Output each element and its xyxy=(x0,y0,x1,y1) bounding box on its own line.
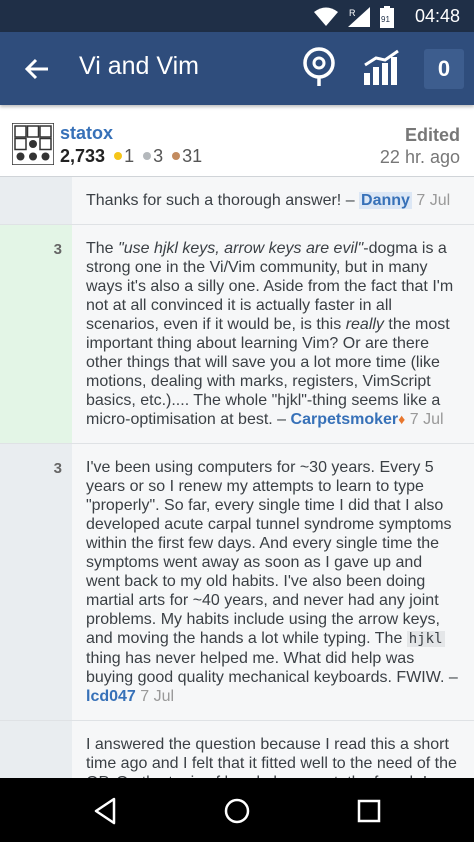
nav-recents-icon[interactable] xyxy=(352,794,386,828)
back-arrow-icon[interactable] xyxy=(20,52,54,86)
inbox-button[interactable]: 0 xyxy=(424,49,464,89)
comment-date: 7 Jul xyxy=(416,192,451,209)
user-reputation-line: 2,733 1 3 31 xyxy=(60,146,202,167)
comment-text-emphasis: really xyxy=(345,316,384,333)
comment-text: I answered the question because I read t… xyxy=(86,736,457,778)
comment-score-column xyxy=(0,721,72,778)
silver-badge-icon xyxy=(143,152,152,161)
comment-date: 7 Jul xyxy=(140,688,175,705)
bronze-badge-icon xyxy=(172,152,181,161)
comment-author[interactable]: Carpetsmoker xyxy=(291,411,399,428)
comment-text: I've been using computers for ~30 years.… xyxy=(86,459,452,647)
comment-score[interactable]: 3 xyxy=(54,241,62,258)
comment-item: I answered the question because I read t… xyxy=(0,721,474,778)
page-title: Vi and Vim xyxy=(79,52,199,80)
status-icons: R 91 xyxy=(314,6,394,28)
comment-text: thing has never helped me. What did help… xyxy=(86,650,458,686)
comment-score-column: 3 xyxy=(0,444,72,720)
battery-icon: 91 xyxy=(380,6,394,28)
achievements-icon[interactable] xyxy=(362,49,402,87)
app-bar: Vi and Vim 0 xyxy=(0,32,474,105)
edited-time: 22 hr. ago xyxy=(379,147,460,167)
nav-home-icon[interactable] xyxy=(220,794,254,828)
comment-score[interactable]: 3 xyxy=(54,460,62,477)
wifi-icon xyxy=(314,7,338,26)
moderator-diamond-icon: ♦ xyxy=(398,411,406,427)
comment-item: 3 The "use hjkl keys, arrow keys are evi… xyxy=(0,225,474,444)
comment-body: The "use hjkl keys, arrow keys are evil"… xyxy=(72,225,474,443)
comment-score-column xyxy=(0,177,72,224)
reputation: 2,733 xyxy=(60,146,106,166)
clock: 04:48 xyxy=(414,6,460,26)
comment-list[interactable]: Thanks for such a thorough answer! – Dan… xyxy=(0,177,474,778)
user-name[interactable]: statox xyxy=(60,123,113,144)
comment-body: Thanks for such a thorough answer! – Dan… xyxy=(72,177,474,224)
inline-code: hjkl xyxy=(406,631,445,647)
comment-body: I answered the question because I read t… xyxy=(72,721,474,778)
edited-label[interactable]: Edited xyxy=(405,125,460,146)
comment-date: 7 Jul xyxy=(409,411,444,428)
comment-author[interactable]: Danny xyxy=(359,192,412,209)
comment-author[interactable]: lcd047 xyxy=(86,688,136,705)
system-nav-bar xyxy=(0,778,474,842)
comment-text: The xyxy=(86,240,119,257)
comment-item: Thanks for such a thorough answer! – Dan… xyxy=(0,177,474,225)
battery-level: 91 xyxy=(381,15,390,24)
signal-icon: R xyxy=(348,7,370,27)
silver-badge-count: 3 xyxy=(153,146,164,166)
post-owner-card[interactable]: statox 2,733 1 3 31 Edited 22 hr. ago xyxy=(0,113,474,177)
nav-back-icon[interactable] xyxy=(88,794,122,828)
gold-badge-count: 1 xyxy=(124,146,135,166)
comment-score-column: 3 xyxy=(0,225,72,443)
meta-site-icon[interactable] xyxy=(300,46,338,88)
comment-body: I've been using computers for ~30 years.… xyxy=(72,444,474,720)
status-bar: R 91 04:48 xyxy=(0,0,474,32)
comment-item: 3 I've been using computers for ~30 year… xyxy=(0,444,474,721)
avatar[interactable] xyxy=(12,123,54,165)
gold-badge-icon xyxy=(114,152,123,161)
signal-roaming-label: R xyxy=(349,8,356,18)
comment-text: Thanks for such a thorough answer! – xyxy=(86,192,360,209)
bronze-badge-count: 31 xyxy=(182,146,203,166)
comment-text-emphasis: "use hjkl keys, arrow keys are evil" xyxy=(118,240,364,257)
